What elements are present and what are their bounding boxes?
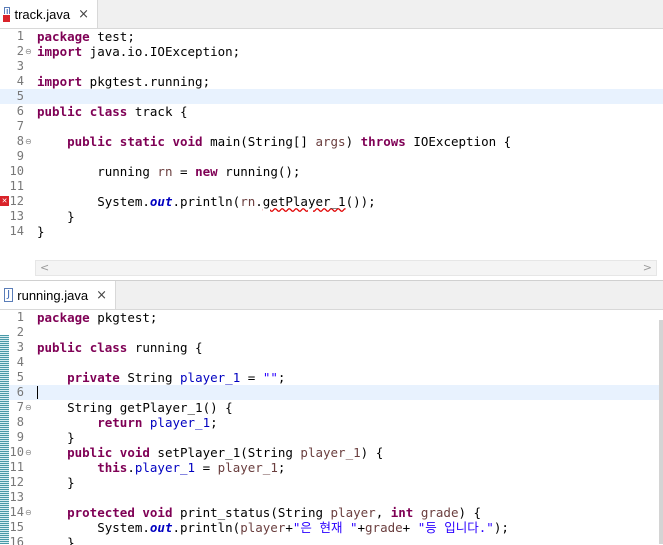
code-line[interactable]: 9 } [0, 430, 663, 445]
code-text: System.out.println(rn.getPlayer_1()); [37, 194, 376, 209]
code-line[interactable]: 14 ⊖ protected void print_status(String p… [0, 505, 663, 520]
code-line[interactable]: 11 [0, 179, 663, 194]
fold-collapse-icon[interactable]: ⊖ [25, 137, 32, 146]
line-number: 9 [16, 149, 24, 163]
code-text: } [37, 475, 75, 490]
scroll-left-arrow-icon[interactable]: < [40, 261, 49, 275]
vertical-scrollbar[interactable] [659, 320, 663, 544]
horizontal-scrollbar[interactable]: < > [35, 260, 657, 276]
code-line[interactable]: 3 [0, 59, 663, 74]
fold-collapse-icon[interactable]: ⊖ [25, 448, 32, 457]
code-line[interactable]: 11 this.player_1 = player_1; [0, 460, 663, 475]
fold-collapse-icon[interactable]: ⊖ [25, 47, 32, 56]
code-text: protected void print_status(String playe… [67, 505, 482, 520]
close-icon[interactable]: × [78, 7, 89, 22]
code-text: public class track { [37, 104, 188, 119]
tab-label: track.java [14, 6, 71, 22]
line-number: 7 [16, 119, 24, 133]
fold-collapse-icon[interactable]: ⊖ [25, 508, 32, 517]
code-text: package test; [37, 29, 135, 44]
error-marker-icon[interactable]: ✕ [0, 196, 9, 206]
code-line[interactable]: 6 [0, 385, 663, 400]
quick-diff-ruler [0, 335, 9, 544]
line-number: 3 [16, 59, 24, 73]
code-line[interactable]: 12 ✕ System.out.println(rn.getPlayer_1())… [0, 194, 663, 209]
code-text: System.out.println(player+"은 현재 "+grade+… [37, 520, 509, 535]
text-caret [37, 386, 38, 399]
code-line[interactable]: 5 [0, 89, 663, 104]
java-file-error-icon: J [2, 7, 11, 23]
java-file-icon: J [4, 288, 14, 302]
code-text: package pkgtest; [37, 310, 158, 325]
code-line[interactable]: 1 package pkgtest; [0, 310, 663, 325]
close-icon[interactable]: × [96, 288, 107, 303]
code-line[interactable]: 9 [0, 149, 663, 164]
code-line[interactable]: 7 ⊖ String getPlayer_1() { [0, 400, 663, 415]
line-number: 2 [16, 44, 24, 58]
code-text: String getPlayer_1() { [37, 400, 233, 415]
line-number: 11 [9, 179, 24, 193]
code-text: } [37, 209, 75, 224]
code-text: private String player_1 = ""; [67, 370, 286, 385]
tab-label: running.java [17, 287, 89, 303]
tab-running-java[interactable]: J running.java × [0, 281, 116, 309]
code-text: return player_1; [97, 415, 218, 430]
code-line[interactable]: 13 } [0, 209, 663, 224]
tab-track-java[interactable]: J track.java × [0, 0, 98, 28]
code-line[interactable]: 4 import pkgtest.running; [0, 74, 663, 89]
editor-pane-running: J running.java × 1 package pkgtest; 2 3 publ… [0, 280, 663, 545]
code-line[interactable]: 14} [0, 224, 663, 239]
line-number: 13 [9, 209, 24, 223]
code-text: public void setPlayer_1(String player_1)… [67, 445, 384, 460]
code-line[interactable]: 10 running rn = new running(); [0, 164, 663, 179]
code-text: import java.io.IOException; [37, 44, 241, 59]
line-number: 14 [9, 224, 24, 238]
line-number: 4 [16, 74, 24, 88]
editor-tab-bar: J track.java × [0, 0, 663, 29]
code-line[interactable]: 4 [0, 355, 663, 370]
code-line[interactable]: 7 [0, 119, 663, 134]
line-number: 5 [16, 89, 24, 103]
code-text: } [37, 224, 45, 239]
line-number: 6 [16, 104, 24, 118]
code-line[interactable]: 10 ⊖ public void setPlayer_1(String playe… [0, 445, 663, 460]
code-editor-track[interactable]: 1 package test; 2 ⊖ import java.io.IOExcepti… [0, 29, 663, 239]
code-editor-running[interactable]: 1 package pkgtest; 2 3 public class running … [0, 310, 663, 545]
code-text: } [37, 430, 75, 445]
code-line[interactable]: 13 [0, 490, 663, 505]
line-number: 1 [16, 310, 24, 324]
code-text: running rn = new running(); [37, 164, 301, 179]
fold-collapse-icon[interactable]: ⊖ [25, 403, 32, 412]
code-line[interactable]: 8 return player_1; [0, 415, 663, 430]
code-text: this.player_1 = player_1; [97, 460, 286, 475]
code-text: public class running { [37, 340, 203, 355]
code-line[interactable]: 5 private String player_1 = ""; [0, 370, 663, 385]
code-line[interactable]: 3 public class running { [0, 340, 663, 355]
code-line[interactable]: 8 ⊖ public static void main(String[] args… [0, 134, 663, 149]
editor-pane-track: J track.java × 1package test;2⊖import ja… [0, 0, 663, 280]
line-number: 10 [9, 164, 24, 178]
code-line[interactable]: 1 package test; [0, 29, 663, 44]
code-line[interactable]: 6 public class track { [0, 104, 663, 119]
code-line[interactable]: 2 [0, 325, 663, 340]
code-line[interactable]: 12 } [0, 475, 663, 490]
scroll-right-arrow-icon[interactable]: > [643, 261, 652, 275]
line-number: 1 [16, 29, 24, 43]
code-text: import pkgtest.running; [37, 74, 211, 89]
code-line[interactable]: 15 System.out.println(player+"은 현재 "+gra… [0, 520, 663, 535]
line-number: 8 [16, 134, 24, 148]
editor-tab-bar: J running.java × [0, 281, 663, 310]
code-text: public static void main(String[] args) t… [67, 134, 512, 149]
code-line[interactable]: 2 ⊖ import java.io.IOException; [0, 44, 663, 59]
